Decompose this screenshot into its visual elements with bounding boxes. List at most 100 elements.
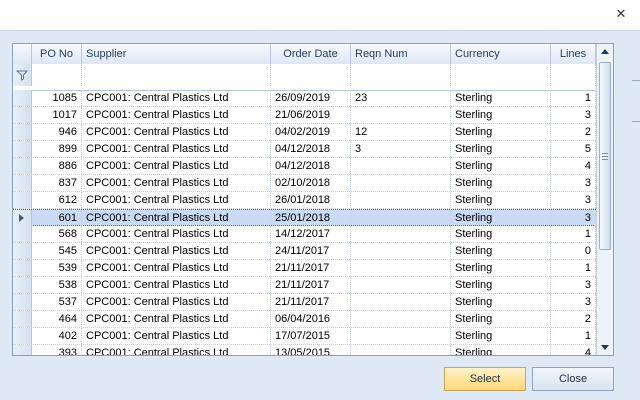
cell-currency[interactable]: Sterling <box>451 210 551 226</box>
cell-reqn-num[interactable] <box>351 260 451 276</box>
cell-lines[interactable]: 1 <box>551 90 596 106</box>
cell-reqn-num[interactable] <box>351 226 451 242</box>
cell-order-date[interactable]: 25/01/2018 <box>271 210 351 226</box>
cell-reqn-num[interactable] <box>351 294 451 310</box>
row-indicator[interactable] <box>13 260 32 276</box>
cell-lines[interactable]: 0 <box>551 243 596 259</box>
cell-reqn-num[interactable] <box>351 345 451 355</box>
row-indicator[interactable] <box>13 107 32 123</box>
cell-order-date[interactable]: 26/01/2018 <box>271 192 351 208</box>
table-row[interactable]: 946 CPC001: Central Plastics Ltd 04/02/201… <box>13 124 596 141</box>
table-row[interactable]: 538 CPC001: Central Plastics Ltd 21/11/201… <box>13 277 596 294</box>
cell-po-no[interactable]: 464 <box>32 311 82 327</box>
cell-reqn-num[interactable] <box>351 192 451 208</box>
cell-order-date[interactable]: 02/10/2018 <box>271 175 351 191</box>
row-indicator[interactable] <box>13 311 32 327</box>
select-button[interactable]: Select <box>444 367 526 391</box>
close-button[interactable]: Close <box>532 367 614 391</box>
cell-currency[interactable]: Sterling <box>451 243 551 259</box>
cell-lines[interactable]: 1 <box>551 260 596 276</box>
table-row[interactable]: 393 CPC001: Central Plastics Ltd 13/05/201… <box>13 345 596 355</box>
cell-supplier[interactable]: CPC001: Central Plastics Ltd <box>82 175 271 191</box>
cell-lines[interactable]: 4 <box>551 158 596 174</box>
cell-reqn-num[interactable] <box>351 243 451 259</box>
cell-order-date[interactable]: 21/06/2019 <box>271 107 351 123</box>
cell-supplier[interactable]: CPC001: Central Plastics Ltd <box>82 277 271 293</box>
cell-reqn-num[interactable]: 3 <box>351 141 451 157</box>
column-header-currency[interactable]: Currency <box>451 44 551 64</box>
cell-lines[interactable]: 1 <box>551 328 596 344</box>
table-row[interactable]: 837 CPC001: Central Plastics Ltd 02/10/201… <box>13 175 596 192</box>
filter-order-date[interactable] <box>271 64 351 86</box>
cell-reqn-num[interactable] <box>351 107 451 123</box>
cell-currency[interactable]: Sterling <box>451 175 551 191</box>
cell-reqn-num[interactable]: 12 <box>351 124 451 140</box>
filter-row[interactable] <box>13 64 596 87</box>
cell-lines[interactable]: 3 <box>551 175 596 191</box>
cell-reqn-num[interactable] <box>351 210 451 226</box>
cell-supplier[interactable]: CPC001: Central Plastics Ltd <box>82 124 271 140</box>
cell-supplier[interactable]: CPC001: Central Plastics Ltd <box>82 192 271 208</box>
row-indicator[interactable] <box>13 328 32 344</box>
cell-currency[interactable]: Sterling <box>451 277 551 293</box>
table-row[interactable]: 402 CPC001: Central Plastics Ltd 17/07/201… <box>13 328 596 345</box>
filter-currency[interactable] <box>451 64 551 86</box>
scrollbar-thumb[interactable] <box>599 62 611 250</box>
cell-order-date[interactable]: 17/07/2015 <box>271 328 351 344</box>
column-header-supplier[interactable]: Supplier <box>82 44 271 64</box>
cell-order-date[interactable]: 24/11/2017 <box>271 243 351 259</box>
row-indicator[interactable] <box>13 158 32 174</box>
cell-reqn-num[interactable]: 23 <box>351 90 451 106</box>
cell-lines[interactable]: 5 <box>551 141 596 157</box>
row-indicator[interactable] <box>13 192 32 208</box>
cell-currency[interactable]: Sterling <box>451 260 551 276</box>
funnel-icon[interactable] <box>13 64 32 86</box>
cell-reqn-num[interactable] <box>351 311 451 327</box>
column-header-order-date[interactable]: Order Date <box>271 44 351 64</box>
row-indicator[interactable] <box>13 210 32 226</box>
cell-lines[interactable]: 3 <box>551 192 596 208</box>
cell-po-no[interactable]: 538 <box>32 277 82 293</box>
cell-currency[interactable]: Sterling <box>451 107 551 123</box>
cell-order-date[interactable]: 14/12/2017 <box>271 226 351 242</box>
table-row[interactable]: 539 CPC001: Central Plastics Ltd 21/11/201… <box>13 260 596 277</box>
cell-supplier[interactable]: CPC001: Central Plastics Ltd <box>82 345 271 355</box>
filter-po-no[interactable] <box>32 64 82 86</box>
cell-currency[interactable]: Sterling <box>451 141 551 157</box>
row-indicator[interactable] <box>13 277 32 293</box>
cell-supplier[interactable]: CPC001: Central Plastics Ltd <box>82 260 271 276</box>
column-header-lines[interactable]: Lines <box>551 44 596 64</box>
cell-po-no[interactable]: 402 <box>32 328 82 344</box>
cell-reqn-num[interactable] <box>351 328 451 344</box>
scroll-up-button[interactable] <box>597 44 613 60</box>
row-indicator[interactable] <box>13 124 32 140</box>
cell-currency[interactable]: Sterling <box>451 294 551 310</box>
table-row[interactable]: 612 CPC001: Central Plastics Ltd 26/01/201… <box>13 192 596 209</box>
cell-po-no[interactable]: 537 <box>32 294 82 310</box>
cell-order-date[interactable]: 04/12/2018 <box>271 158 351 174</box>
cell-supplier[interactable]: CPC001: Central Plastics Ltd <box>82 210 271 226</box>
column-header-reqn-num[interactable]: Reqn Num <box>351 44 451 64</box>
table-row[interactable]: 886 CPC001: Central Plastics Ltd 04/12/201… <box>13 158 596 175</box>
table-row[interactable]: 1017 CPC001: Central Plastics Ltd 21/06/20… <box>13 107 596 124</box>
cell-lines[interactable]: 3 <box>551 294 596 310</box>
cell-order-date[interactable]: 04/02/2019 <box>271 124 351 140</box>
filter-reqn-num[interactable] <box>351 64 451 86</box>
cell-order-date[interactable]: 13/05/2015 <box>271 345 351 355</box>
cell-lines[interactable]: 2 <box>551 124 596 140</box>
table-row[interactable]: 568 CPC001: Central Plastics Ltd 14/12/201… <box>13 226 596 243</box>
column-header-po-no[interactable]: PO No <box>32 44 82 64</box>
purchase-order-grid[interactable]: PO No Supplier Order Date Reqn Num Curre… <box>12 43 614 356</box>
cell-po-no[interactable]: 899 <box>32 141 82 157</box>
row-indicator[interactable] <box>13 175 32 191</box>
cell-order-date[interactable]: 21/11/2017 <box>271 277 351 293</box>
cell-lines[interactable]: 4 <box>551 345 596 355</box>
cell-currency[interactable]: Sterling <box>451 192 551 208</box>
cell-order-date[interactable]: 26/09/2019 <box>271 90 351 106</box>
cell-supplier[interactable]: CPC001: Central Plastics Ltd <box>82 328 271 344</box>
table-row[interactable]: 1085 CPC001: Central Plastics Ltd 26/09/20… <box>13 90 596 107</box>
cell-lines[interactable]: 2 <box>551 311 596 327</box>
cell-order-date[interactable]: 06/04/2016 <box>271 311 351 327</box>
cell-po-no[interactable]: 886 <box>32 158 82 174</box>
cell-supplier[interactable]: CPC001: Central Plastics Ltd <box>82 294 271 310</box>
